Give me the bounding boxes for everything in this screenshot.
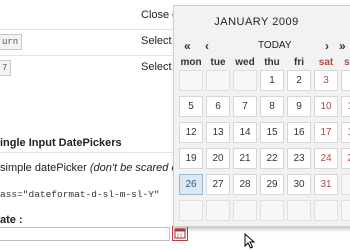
code-snippet: ass="dateformat-d-sl-m-sl-Y" <box>0 189 160 200</box>
day-cell-empty <box>206 70 230 91</box>
day-cell[interactable]: 28 <box>233 174 257 195</box>
next-year-button[interactable]: » <box>339 39 346 53</box>
datepicker-popup: JANUARY 2009 « ‹ TODAY › » mon tue wed thu f… <box>173 5 350 227</box>
day-cell-empty <box>341 174 350 195</box>
day-cell[interactable]: 7 <box>233 96 257 117</box>
day-cell[interactable]: 29 <box>260 174 284 195</box>
day-cell-empty <box>233 200 257 221</box>
code-box-range: urn <box>0 34 23 50</box>
day-cell[interactable]: 8 <box>260 96 284 117</box>
day-cell-empty <box>314 200 338 221</box>
day-cell[interactable]: 18 <box>341 122 350 143</box>
today-button[interactable]: TODAY <box>258 40 292 51</box>
weekday-mon: mon <box>180 57 202 68</box>
day-cell[interactable]: 14 <box>233 122 257 143</box>
day-cell[interactable]: 5 <box>179 96 203 117</box>
day-cell[interactable]: 23 <box>287 148 311 169</box>
day-cell[interactable]: 2 <box>287 70 311 91</box>
day-cell[interactable]: 13 <box>206 122 230 143</box>
day-cell[interactable]: 16 <box>287 122 311 143</box>
day-cell[interactable]: 21 <box>233 148 257 169</box>
next-month-button[interactable]: › <box>325 39 329 53</box>
day-cell-empty <box>341 200 350 221</box>
calendar-icon <box>174 228 186 239</box>
date-input[interactable] <box>0 227 170 241</box>
day-cell[interactable]: 17 <box>314 122 338 143</box>
day-cell[interactable]: 20 <box>206 148 230 169</box>
weekday-fri: fri <box>294 57 304 68</box>
prev-year-button[interactable]: « <box>184 39 191 53</box>
weekday-wed: wed <box>235 57 255 68</box>
day-cell[interactable]: 26 <box>179 174 203 195</box>
day-cell[interactable]: 31 <box>314 174 338 195</box>
day-cell[interactable]: 19 <box>179 148 203 169</box>
day-cell[interactable]: 27 <box>206 174 230 195</box>
day-cell[interactable]: 22 <box>260 148 284 169</box>
weekday-thu: thu <box>264 57 280 68</box>
simple-text: simple datePicker <box>0 162 90 174</box>
mouse-cursor-icon <box>244 233 256 249</box>
code-box-day: 7 <box>0 60 12 76</box>
calendar-button[interactable] <box>172 226 188 241</box>
weekday-tue: tue <box>210 57 226 68</box>
day-cell[interactable]: 6 <box>206 96 230 117</box>
day-cell-empty <box>206 200 230 221</box>
weekday-sat: sat <box>318 57 334 68</box>
day-cell[interactable]: 9 <box>287 96 311 117</box>
day-cell[interactable]: 4 <box>341 70 350 91</box>
day-cell[interactable]: 11 <box>341 96 350 117</box>
day-cell[interactable]: 24 <box>314 148 338 169</box>
day-cell[interactable]: 1 <box>260 70 284 91</box>
prev-month-button[interactable]: ‹ <box>205 39 209 53</box>
day-cell[interactable]: 10 <box>314 96 338 117</box>
calendar-month-title: JANUARY 2009 <box>214 16 299 28</box>
day-cell-empty <box>179 70 203 91</box>
day-cell-empty <box>179 200 203 221</box>
section-title: ingle Input DatePickers <box>0 137 122 149</box>
day-cell[interactable]: 15 <box>260 122 284 143</box>
day-cell[interactable]: 3 <box>314 70 338 91</box>
date-label: ate : <box>0 214 23 226</box>
day-cell[interactable]: 12 <box>179 122 203 143</box>
day-cell[interactable]: 30 <box>287 174 311 195</box>
day-cell-empty <box>260 200 284 221</box>
day-cell-empty <box>287 200 311 221</box>
weekday-sun: sun <box>344 57 350 68</box>
day-cell-empty <box>233 70 257 91</box>
day-cell[interactable]: 25 <box>341 148 350 169</box>
